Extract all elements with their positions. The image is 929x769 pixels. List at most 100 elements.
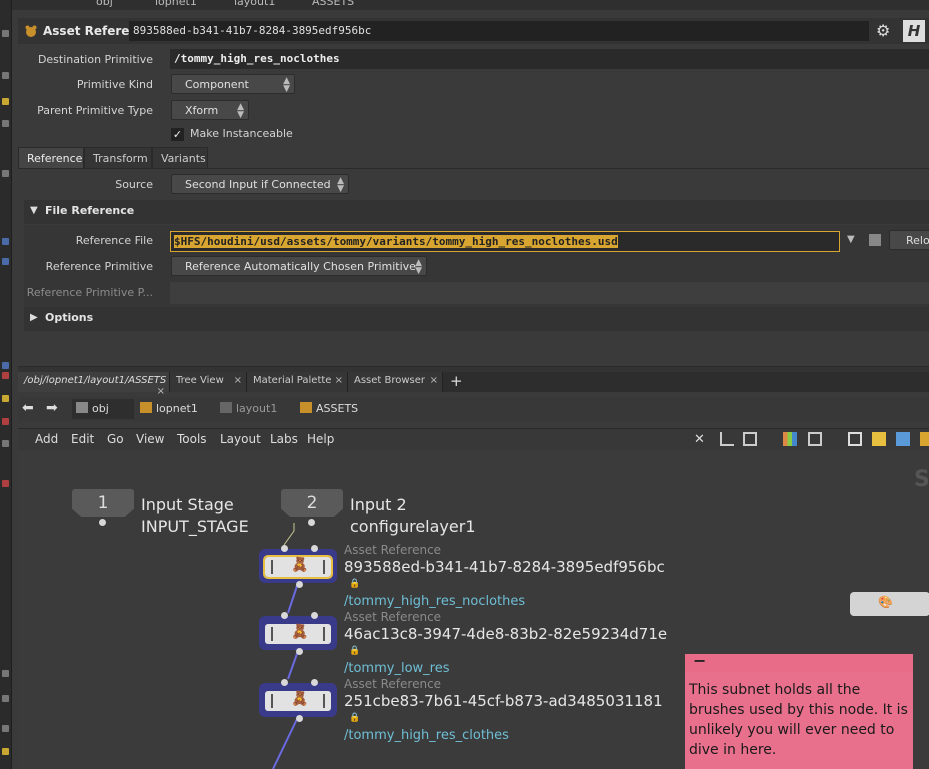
shelf-icon[interactable]: [2, 372, 9, 379]
sticky-note-header[interactable]: −: [685, 653, 913, 672]
close-icon[interactable]: ×: [430, 375, 438, 386]
input2-indicator[interactable]: 2: [281, 489, 343, 517]
node-input-port[interactable]: [311, 545, 318, 552]
source-value: Second Input if Connected: [185, 178, 331, 191]
crumb-lopnet[interactable]: lopnet1: [155, 0, 197, 8]
tab-material-palette[interactable]: Material Palette ×: [247, 372, 348, 392]
node-output-port[interactable]: [296, 648, 303, 655]
shelf-icon[interactable]: [2, 725, 9, 732]
network-box-icon[interactable]: [848, 432, 862, 446]
close-icon[interactable]: ×: [335, 375, 343, 386]
node-body: 🧸: [263, 555, 333, 579]
shelf-icon[interactable]: [2, 258, 9, 265]
node-input-port[interactable]: [281, 679, 288, 686]
shelf-icon[interactable]: [2, 418, 9, 425]
file-reference-section[interactable]: ▼ File Reference: [24, 200, 929, 224]
sticky-note-icon[interactable]: [872, 432, 886, 446]
node-input-port[interactable]: [311, 679, 318, 686]
tab-variants[interactable]: Variants: [152, 147, 208, 169]
reference-primitive-path-label: Reference Primitive P...: [26, 286, 153, 299]
file-chooser-icon[interactable]: [869, 234, 881, 246]
shelf-icon[interactable]: [2, 440, 9, 447]
node-input-port[interactable]: [311, 612, 318, 619]
primitive-kind-menu[interactable]: Component ▲ ▼: [171, 74, 295, 94]
menu-tools[interactable]: Tools: [177, 432, 207, 446]
menu-go[interactable]: Go: [107, 432, 124, 446]
input-port[interactable]: [99, 519, 106, 526]
destination-primitive-field[interactable]: /tommy_high_res_noclothes: [170, 49, 929, 69]
options-section[interactable]: ▶ Options: [24, 307, 929, 331]
crumb-obj[interactable]: obj: [96, 0, 113, 8]
shelf-icon[interactable]: [2, 480, 9, 487]
shelf-icon[interactable]: [2, 30, 9, 37]
close-icon[interactable]: ×: [234, 375, 242, 386]
tab-transform[interactable]: Transform: [84, 147, 152, 169]
tab-network-path[interactable]: /obj/lopnet1/layout1/ASSETS ×: [18, 372, 170, 397]
shelf-icon[interactable]: [2, 120, 9, 127]
parent-primitive-type-menu[interactable]: Xform ▲ ▼: [171, 100, 249, 120]
network-view[interactable]: 1 Input Stage INPUT_STAGE 2 Input 2 conf…: [18, 451, 929, 769]
tree-layout-icon[interactable]: [720, 432, 734, 446]
node-name-field[interactable]: 893588ed-b341-41b7-8284-3895edf956bc: [129, 21, 869, 41]
back-arrow-icon[interactable]: ⬅: [22, 400, 34, 416]
gear-icon[interactable]: ⚙: [876, 21, 890, 40]
node-output-port[interactable]: [296, 581, 303, 588]
asset-reference-node[interactable]: 🧸: [259, 549, 337, 583]
menu-help[interactable]: Help: [307, 432, 334, 446]
list-icon[interactable]: [743, 432, 757, 446]
shelf-icon[interactable]: [2, 695, 9, 702]
reload-button[interactable]: Relo: [889, 230, 929, 250]
help-button[interactable]: H: [903, 20, 925, 42]
asset-reference-node[interactable]: 🧸: [259, 683, 337, 717]
node-input-port[interactable]: [281, 612, 288, 619]
crumb-obj[interactable]: obj: [72, 399, 134, 419]
forward-arrow-icon[interactable]: ➡: [46, 400, 58, 416]
shelf-icon[interactable]: [2, 238, 9, 245]
crumb-assets[interactable]: ASSETS: [296, 399, 376, 419]
shelf-icon[interactable]: [2, 395, 9, 402]
crumb-lopnet[interactable]: lopnet1: [136, 399, 212, 419]
sticky-note-text[interactable]: This subnet holds all the brushes used b…: [685, 672, 913, 760]
source-menu[interactable]: Second Input if Connected ▲ ▼: [171, 174, 349, 194]
asset-reference-node[interactable]: 🧸: [259, 616, 337, 650]
shelf-icon[interactable]: [2, 748, 9, 755]
close-icon[interactable]: ×: [157, 386, 165, 397]
node-output-port[interactable]: [296, 715, 303, 722]
shelf-icon[interactable]: [2, 670, 9, 677]
lock-icon: 🔒: [349, 646, 361, 656]
reference-primitive-menu[interactable]: Reference Automatically Chosen Primitive…: [171, 256, 427, 276]
reference-primitive-label: Reference Primitive: [45, 260, 153, 273]
menu-edit[interactable]: Edit: [71, 432, 94, 446]
tools-icon[interactable]: ✕: [694, 432, 708, 447]
tab-tree-view[interactable]: Tree View ×: [170, 372, 247, 392]
color-palette-icon[interactable]: [783, 432, 797, 446]
reference-file-field[interactable]: $HFS/houdini/usd/assets/tommy/variants/t…: [170, 231, 840, 252]
menu-layout[interactable]: Layout: [220, 432, 261, 446]
shelf-icon[interactable]: [2, 72, 9, 79]
menu-add[interactable]: Add: [35, 432, 58, 446]
crumb-layout[interactable]: layout1: [234, 0, 275, 8]
shelf-icon[interactable]: [2, 98, 9, 105]
node-type-label: Asset Reference: [344, 677, 442, 691]
grid-icon[interactable]: [808, 432, 822, 446]
menu-view[interactable]: View: [136, 432, 164, 446]
crumb-assets[interactable]: ASSETS: [312, 0, 354, 8]
crumb-layout[interactable]: layout1: [216, 399, 298, 419]
sticky-note[interactable]: − This subnet holds all the brushes used…: [685, 653, 913, 769]
chevron-down-icon[interactable]: ▼: [847, 234, 855, 245]
image-icon[interactable]: [896, 432, 910, 446]
layout-icon: [220, 402, 232, 413]
tab-reference[interactable]: Reference: [18, 147, 84, 169]
tab-asset-browser[interactable]: Asset Browser ×: [348, 372, 443, 392]
left-shelf-strip: [0, 0, 12, 769]
shelf-icon[interactable]: [2, 362, 9, 369]
brushes-subnet-node[interactable]: 🎨: [850, 592, 929, 616]
folder-icon[interactable]: [920, 432, 929, 446]
add-tab-icon[interactable]: +: [450, 372, 463, 390]
menu-labs[interactable]: Labs: [270, 432, 298, 446]
make-instanceable-checkbox[interactable]: ✓: [171, 128, 184, 141]
node-input-port[interactable]: [281, 545, 288, 552]
input-port[interactable]: [308, 519, 315, 526]
shelf-icon[interactable]: [2, 170, 9, 177]
input-stage-indicator[interactable]: 1: [72, 489, 134, 517]
